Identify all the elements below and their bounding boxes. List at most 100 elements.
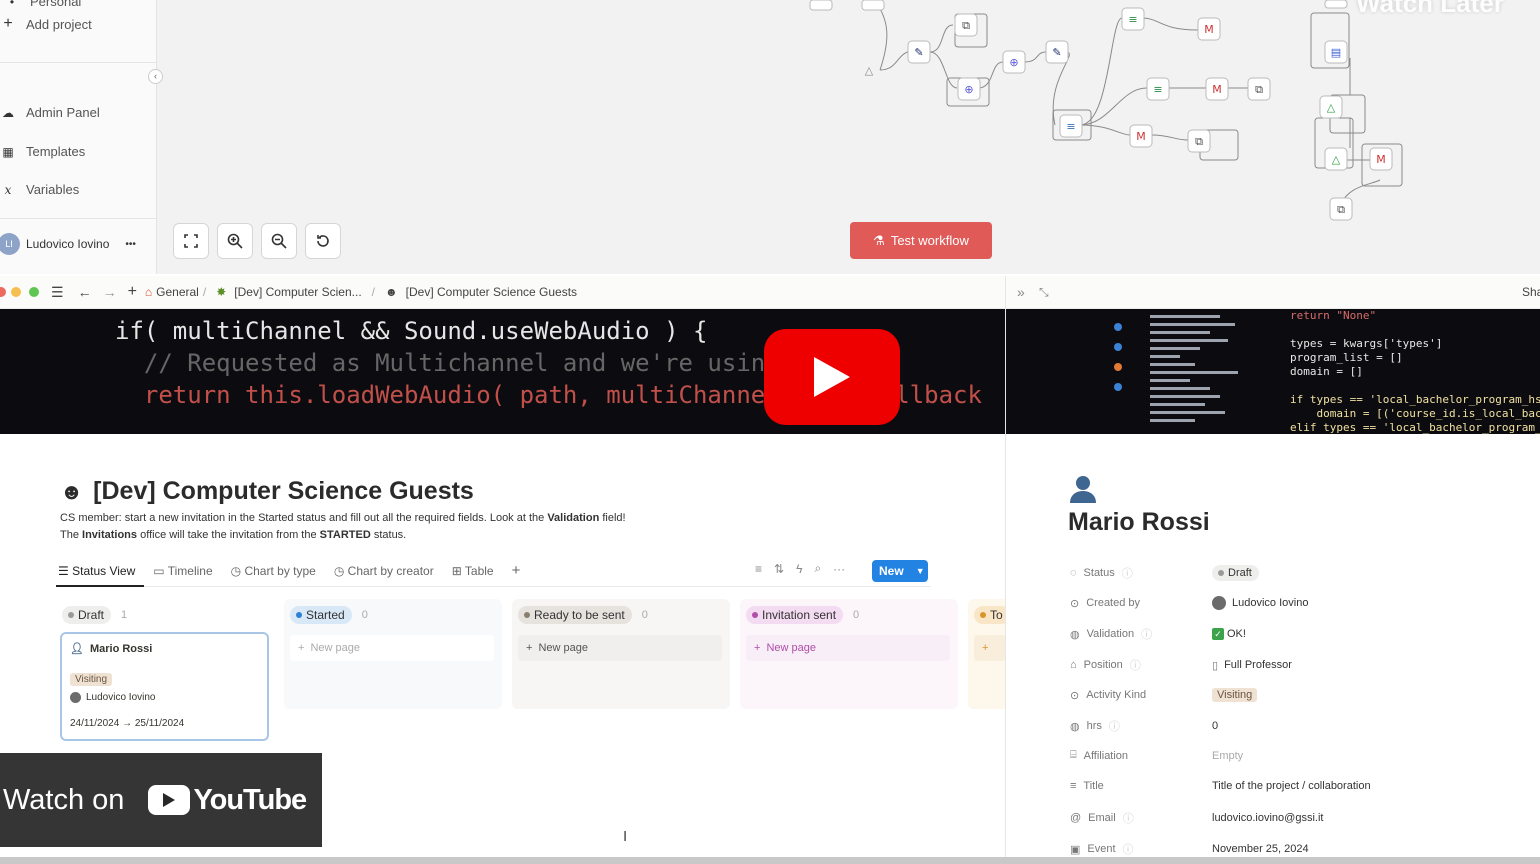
share-button[interactable]: Sha bbox=[1522, 285, 1540, 299]
maximize-window-icon[interactable] bbox=[29, 287, 39, 297]
column-name: Ready to be sent bbox=[534, 608, 625, 622]
new-page-label: New page bbox=[538, 642, 588, 654]
close-window-icon[interactable] bbox=[0, 287, 6, 297]
back-arrow-icon[interactable]: ← bbox=[78, 284, 92, 300]
code-line: if( multiChannel && Sound.useWebAudio ) … bbox=[115, 317, 708, 345]
reset-zoom-button[interactable] bbox=[305, 223, 341, 259]
sidebar-item-personal[interactable]: • Personal bbox=[4, 0, 81, 9]
fit-view-button[interactable] bbox=[173, 223, 209, 259]
sidebar-item-admin-panel[interactable]: ☁ Admin Panel bbox=[0, 105, 100, 120]
property-position[interactable]: ⌂ Position ⓘ ▯ Full Professor bbox=[1070, 657, 1292, 673]
tab-label: Timeline bbox=[167, 563, 213, 578]
watch-later-label[interactable]: Watch Later bbox=[1356, 0, 1504, 19]
breadcrumb-item[interactable]: General bbox=[156, 285, 199, 299]
video-progress-bar[interactable] bbox=[0, 857, 1540, 864]
add-view-button[interactable]: + bbox=[512, 562, 521, 579]
tab-timeline[interactable]: ▭ Timeline bbox=[153, 564, 212, 578]
property-hrs[interactable]: ◍ hrs ⓘ 0 bbox=[1070, 718, 1218, 734]
record-title[interactable]: Mario Rossi bbox=[1068, 508, 1210, 537]
expand-panel-icon[interactable]: » bbox=[1017, 284, 1025, 300]
number-icon: ◍ bbox=[1070, 720, 1080, 733]
svg-text:M: M bbox=[1376, 153, 1386, 166]
property-name: Created by bbox=[1086, 597, 1141, 609]
property-activity-kind[interactable]: ⊙ Activity Kind Visiting bbox=[1070, 688, 1258, 702]
workflow-editor: • Personal + Add project ‹ ☁ Admin Panel… bbox=[0, 0, 1540, 274]
collapse-sidebar-button[interactable]: ‹ bbox=[148, 69, 163, 84]
view-tabs: ☰ Status View ▭ Timeline ◷ Chart by type… bbox=[58, 562, 520, 579]
zoom-out-button[interactable] bbox=[261, 223, 297, 259]
column-count: 0 bbox=[853, 609, 860, 621]
tab-status-view[interactable]: ☰ Status View bbox=[58, 564, 135, 578]
zoom-in-button[interactable] bbox=[217, 223, 253, 259]
filter-icon[interactable]: ≡ bbox=[755, 562, 762, 576]
svg-text:△: △ bbox=[1327, 101, 1336, 114]
new-tab-icon[interactable]: + bbox=[128, 283, 137, 301]
property-name: Event bbox=[1087, 843, 1116, 855]
property-status[interactable]: ◌ Status ⓘ Draft bbox=[1070, 565, 1259, 581]
text-cursor-icon: I bbox=[623, 828, 628, 845]
status-badge[interactable]: Ready to be sent bbox=[518, 606, 632, 624]
status-badge[interactable]: Started bbox=[290, 606, 352, 624]
home-icon: ⌂ bbox=[144, 285, 153, 299]
status-badge[interactable]: Draft bbox=[62, 606, 112, 624]
breadcrumb-item[interactable]: [Dev] Computer Scien... bbox=[234, 285, 361, 299]
board-column-ready: Ready to be sent 0 + New page bbox=[512, 599, 730, 709]
automation-icon[interactable]: ϟ bbox=[796, 562, 802, 576]
forward-arrow-icon[interactable]: → bbox=[103, 284, 117, 300]
property-validation[interactable]: ◍ Validation ⓘ ✓ OK! bbox=[1070, 626, 1246, 642]
tab-chart-by-creator[interactable]: ◷ Chart by creator bbox=[334, 564, 434, 578]
tab-table[interactable]: ⊞ Table bbox=[452, 564, 494, 578]
page-title-text[interactable]: [Dev] Computer Science Guests bbox=[93, 477, 474, 506]
status-badge[interactable]: To bbox=[974, 606, 1005, 624]
new-button[interactable]: New ▼ bbox=[872, 560, 928, 582]
graduation-cap-icon: ⌂ bbox=[1070, 659, 1077, 671]
minimize-window-icon[interactable] bbox=[11, 287, 21, 297]
play-button[interactable] bbox=[764, 329, 900, 425]
sidebar-item-templates[interactable]: ▦ Templates bbox=[0, 144, 85, 159]
property-affiliation[interactable]: ⌸ Affiliation Empty bbox=[1070, 749, 1243, 762]
breadcrumb-item[interactable]: [Dev] Computer Science Guests bbox=[406, 285, 577, 299]
add-project-button[interactable]: + Add project bbox=[0, 15, 91, 33]
property-title[interactable]: ≡ Title Title of the project / collaborat… bbox=[1070, 780, 1371, 792]
board-card[interactable]: 👤︎ Mario Rossi Visiting Ludovico Iovino … bbox=[60, 632, 269, 741]
plus-icon: + bbox=[298, 642, 305, 654]
tab-label: Table bbox=[464, 563, 494, 578]
sidebar-divider bbox=[0, 218, 157, 219]
new-page-button[interactable]: + New page bbox=[518, 635, 722, 661]
new-page-button[interactable]: + bbox=[974, 635, 1005, 661]
property-event[interactable]: ▣ Event ⓘ November 25, 2024 bbox=[1070, 841, 1309, 857]
column-header: Started 0 bbox=[290, 606, 368, 624]
column-header: Draft 1 bbox=[62, 606, 127, 624]
code-line: domain = [] bbox=[1290, 365, 1363, 378]
check-icon: ✓ bbox=[1212, 628, 1224, 640]
chart-icon: ◷ bbox=[333, 563, 345, 578]
menu-icon[interactable]: ☰ bbox=[51, 284, 64, 301]
sidebar-item-variables[interactable]: 𝑥 Variables bbox=[0, 182, 80, 197]
property-created-by[interactable]: ⊙ Created by Ludovico Iovino bbox=[1070, 596, 1308, 610]
property-value: November 25, 2024 bbox=[1212, 843, 1309, 855]
sort-icon[interactable]: ⇅ bbox=[774, 562, 784, 576]
new-page-button[interactable]: + New page bbox=[290, 635, 494, 661]
cloud-icon: ☁ bbox=[2, 105, 14, 120]
column-count: 0 bbox=[641, 609, 648, 621]
property-email[interactable]: @ Email ⓘ ludovico.iovino@gssi.it bbox=[1070, 810, 1323, 826]
plus-icon: + bbox=[3, 15, 13, 32]
search-icon[interactable]: ⌕ bbox=[814, 561, 821, 576]
new-page-button[interactable]: + New page bbox=[746, 635, 950, 661]
watch-on-youtube-button[interactable]: Watch on YouTube bbox=[0, 753, 322, 847]
zoom-in-icon bbox=[227, 233, 243, 249]
property-value: Full Professor bbox=[1224, 659, 1292, 671]
open-fullpage-icon[interactable]: ⤡ bbox=[1039, 285, 1049, 300]
chevron-down-icon[interactable]: ▼ bbox=[916, 566, 925, 576]
youtube-play-icon bbox=[148, 785, 191, 815]
status-badge[interactable]: Invitation sent bbox=[746, 606, 844, 624]
text-icon: ≡ bbox=[1070, 780, 1077, 792]
sidebar-item-label: Variables bbox=[26, 182, 80, 197]
table-icon: ⊞ bbox=[451, 563, 462, 578]
play-icon bbox=[814, 357, 850, 397]
more-options-icon[interactable]: ••• bbox=[125, 239, 136, 250]
tab-chart-by-type[interactable]: ◷ Chart by type bbox=[231, 564, 316, 578]
more-icon[interactable]: ··· bbox=[833, 562, 845, 576]
user-menu[interactable]: LI Ludovico Iovino ••• bbox=[0, 233, 136, 255]
test-workflow-button[interactable]: ⚗ Test workflow bbox=[850, 222, 992, 259]
